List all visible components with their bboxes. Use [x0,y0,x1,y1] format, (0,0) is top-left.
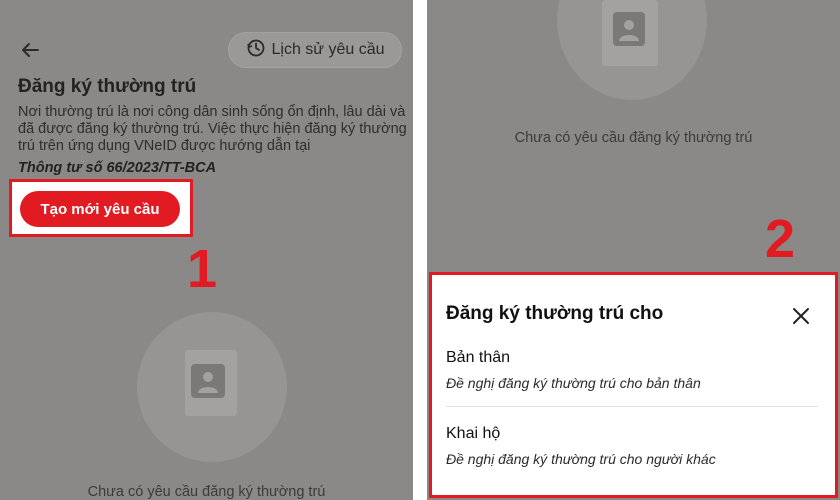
option-description: Đề nghị đăng ký thường trú cho bản thân [446,375,701,391]
right-screen: Chưa có yêu cầu đăng ký thường trú 2 Đăn… [427,0,840,500]
history-button[interactable]: Lịch sử yêu cầu [228,32,402,68]
empty-state-text: Chưa có yêu cầu đăng ký thường trú [514,130,753,146]
sheet-title: Đăng ký thường trú cho [446,303,664,324]
create-highlight-box: Tạo mới yêu cầu [9,179,193,237]
page-title: Đăng ký thường trú [18,76,197,97]
history-button-label: Lịch sử yêu cầu [271,41,385,58]
create-request-button[interactable]: Tạo mới yêu cầu [20,191,180,227]
option-on-behalf[interactable]: Khai hộ Đề nghị đăng ký thường trú cho n… [446,425,818,467]
option-description: Đề nghị đăng ký thường trú cho người khá… [446,451,716,467]
close-icon[interactable] [790,305,812,327]
bottom-sheet: Đăng ký thường trú cho Bản thân Đề nghị … [429,272,838,498]
step-number-2: 2 [765,209,796,269]
panel-divider [413,0,427,500]
circular-reference: Thông tư số 66/2023/TT-BCA [18,160,217,176]
option-self[interactable]: Bản thân Đề nghị đăng ký thường trú cho … [446,349,818,391]
option-label: Khai hộ [446,425,501,442]
document-avatar-icon [185,350,237,416]
option-divider [446,406,818,407]
document-avatar-icon [602,0,658,66]
avatar-icon [191,364,225,398]
left-screen: Lịch sử yêu cầu Đăng ký thường trú Nơi t… [0,0,413,500]
history-clock-icon [246,38,266,63]
page-description: Nơi thường trú là nơi công dân sinh sống… [18,104,407,154]
back-arrow-icon[interactable] [18,38,42,62]
step-number-1: 1 [187,239,218,299]
empty-state-text: Chưa có yêu cầu đăng ký thường trú [87,484,326,500]
avatar-icon [613,12,645,46]
option-label: Bản thân [446,349,511,366]
